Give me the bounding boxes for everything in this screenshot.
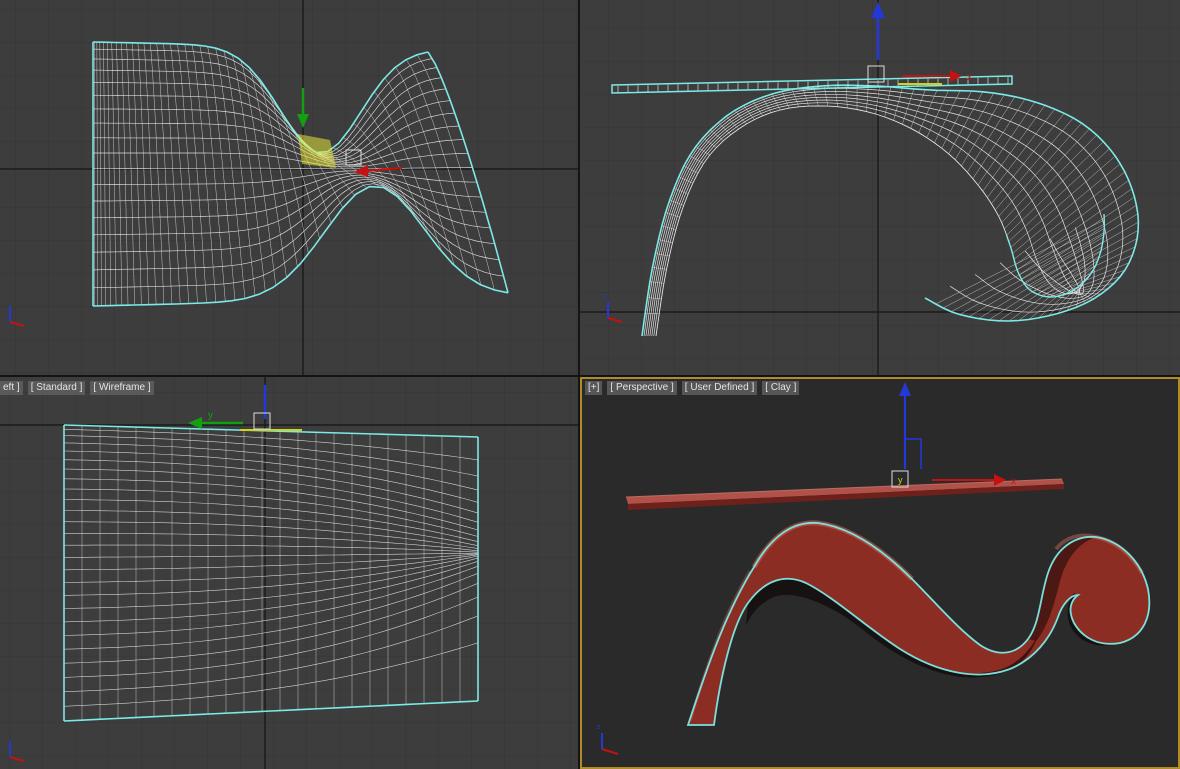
viewport-label-view[interactable]: [ Perspective ] <box>607 381 677 395</box>
viewport-top-right[interactable]: x z <box>580 0 1180 375</box>
viewport-label: [+] [ Perspective ] [ User Defined ] [ C… <box>585 381 800 395</box>
viewport-bottom-right[interactable]: [+] [ Perspective ] [ User Defined ] [ C… <box>580 377 1180 769</box>
z-axis-label: z <box>597 724 601 731</box>
viewport-quad-layout: x z eft ] [ Standard ] [ Wireframe ] y [… <box>0 0 1180 769</box>
grid <box>0 0 578 375</box>
x-axis-label: x <box>967 72 972 83</box>
y-axis-label: y <box>208 410 213 421</box>
viewport-canvas-top-left <box>0 0 578 375</box>
viewport-bottom-left[interactable]: eft ] [ Standard ] [ Wireframe ] y <box>0 377 578 769</box>
viewport-label-pov[interactable]: [ User Defined ] <box>681 381 758 395</box>
viewport-label-view[interactable]: eft ] <box>0 381 23 395</box>
viewport-label: eft ] [ Standard ] [ Wireframe ] <box>0 381 154 395</box>
viewport-canvas-bottom-left: y <box>0 377 578 769</box>
viewport-canvas-top-right: x z <box>580 0 1180 375</box>
z-axis-label: z <box>603 293 607 300</box>
viewport-top-left[interactable] <box>0 0 578 375</box>
viewport-canvas-bottom-right: y x z <box>580 377 1180 769</box>
grid <box>580 0 1180 375</box>
viewport-label-menu[interactable]: [+] <box>585 381 603 395</box>
viewport-label-shading[interactable]: [ Clay ] <box>762 381 800 395</box>
x-axis-label: x <box>1011 476 1016 487</box>
viewport-label-standard[interactable]: [ Standard ] <box>27 381 86 395</box>
viewport-label-shading[interactable]: [ Wireframe ] <box>90 381 154 395</box>
y-axis-label: y <box>898 475 903 485</box>
